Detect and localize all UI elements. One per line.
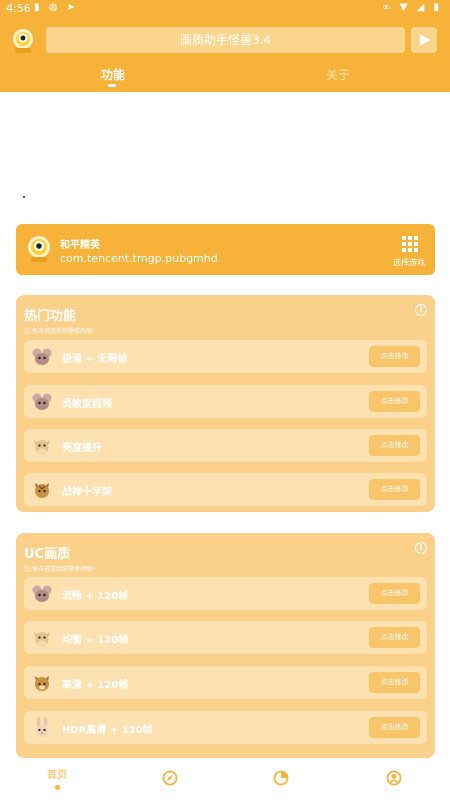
info-icon[interactable]: i	[415, 542, 427, 554]
notification-bell-icon: ◍	[48, 2, 61, 13]
play-button[interactable]	[411, 27, 437, 53]
row-label: HDR高清 + 120帧	[62, 725, 153, 736]
cow-icon	[34, 440, 50, 454]
modify-button[interactable]: 点击修改	[369, 435, 420, 456]
hot-features-section: 热门功能 注:每次进游戏前需修改哦! i 极清 + 无限帧 点击修改 灵敏度超频…	[16, 295, 435, 512]
game-logo-icon	[28, 236, 50, 262]
location-arrow-icon: ➤	[66, 2, 79, 13]
modify-button[interactable]: 点击修改	[369, 479, 420, 500]
row-label: 战神十字架	[62, 487, 112, 498]
choose-game-button[interactable]: 选择游戏	[393, 257, 425, 268]
app-title[interactable]: 画质助手怪兽3.4	[46, 27, 405, 53]
bottom-nav: 首页	[0, 760, 450, 800]
section-subtitle: 注:每次进游戏前需修改哦!	[24, 328, 95, 335]
nav-home[interactable]: 首页	[37, 766, 77, 790]
modify-button[interactable]: 点击修改	[369, 391, 420, 412]
section-title: 热门功能	[24, 309, 77, 324]
tiger-icon	[35, 483, 49, 498]
tiger-icon	[35, 676, 49, 691]
row-label: 极清 + 无限帧	[62, 354, 128, 365]
cow-icon	[34, 632, 50, 646]
modify-button[interactable]: 点击修改	[369, 583, 420, 604]
list-item: 极清 + 无限帧 点击修改	[24, 340, 427, 373]
row-label: 流畅 + 120帧	[62, 591, 129, 602]
list-item: 战神十字架 点击修改	[24, 473, 427, 506]
game-package: com.tencent.tmgp.pubgmhd	[60, 252, 218, 265]
row-label: 均衡 + 120帧	[62, 635, 129, 646]
compass-icon[interactable]	[162, 770, 178, 786]
list-item: 均衡 + 120帧 点击修改	[24, 621, 427, 654]
status-time: 4:56	[6, 2, 31, 15]
list-item: HDR高清 + 120帧 点击修改	[24, 711, 427, 744]
battery-icon: ▮	[433, 2, 442, 13]
chart-icon[interactable]	[273, 770, 289, 786]
modify-button[interactable]: 点击修改	[369, 717, 420, 738]
tab-functions[interactable]: 功能	[101, 66, 125, 87]
mouse-icon	[32, 585, 52, 602]
game-name: 和平精英	[60, 240, 100, 251]
app-logo-icon	[13, 29, 33, 53]
section-subtitle: 注:每次进游戏前需修改哦!	[24, 566, 95, 573]
signal-icon: ◢	[416, 2, 428, 13]
nav-home-label: 首页	[47, 770, 67, 781]
modify-button[interactable]: 点击修改	[369, 672, 420, 693]
stray-dot	[23, 196, 25, 198]
list-item: 高清 + 120帧 点击修改	[24, 666, 427, 699]
game-card[interactable]: 和平精英 com.tencent.tmgp.pubgmhd 选择游戏	[16, 224, 435, 275]
uc-quality-section: UC画质 注:每次进游戏前需修改哦! i 流畅 + 120帧 点击修改 均衡 +…	[16, 533, 435, 758]
profile-icon[interactable]	[386, 770, 402, 786]
tab-about[interactable]: 关于	[326, 66, 350, 83]
status-bar: 4:56 ▮ ◍ ➤ ∞ ▼ ◢ ▮	[0, 0, 450, 18]
sd-card-icon: ▮	[34, 2, 43, 13]
list-item: 亮度提升 点击修改	[24, 429, 427, 462]
row-label: 高清 + 120帧	[62, 680, 129, 691]
info-icon[interactable]: i	[415, 304, 427, 316]
row-label: 亮度提升	[62, 443, 102, 454]
rabbit-icon	[35, 717, 49, 737]
mouse-icon	[32, 348, 52, 365]
modify-button[interactable]: 点击修改	[369, 627, 420, 648]
list-item: 流畅 + 120帧 点击修改	[24, 577, 427, 610]
modify-button[interactable]: 点击修改	[369, 346, 420, 367]
link-icon: ∞	[382, 2, 394, 13]
row-label: 灵敏度超频	[62, 399, 112, 410]
grid-icon[interactable]	[402, 236, 418, 252]
wifi-icon: ▼	[399, 2, 411, 13]
mouse-icon	[32, 393, 52, 410]
app-header: 画质助手怪兽3.4 功能 关于	[0, 18, 450, 92]
list-item: 灵敏度超频 点击修改	[24, 385, 427, 418]
home-indicator-dot	[54, 785, 60, 790]
section-title: UC画质	[24, 547, 71, 562]
